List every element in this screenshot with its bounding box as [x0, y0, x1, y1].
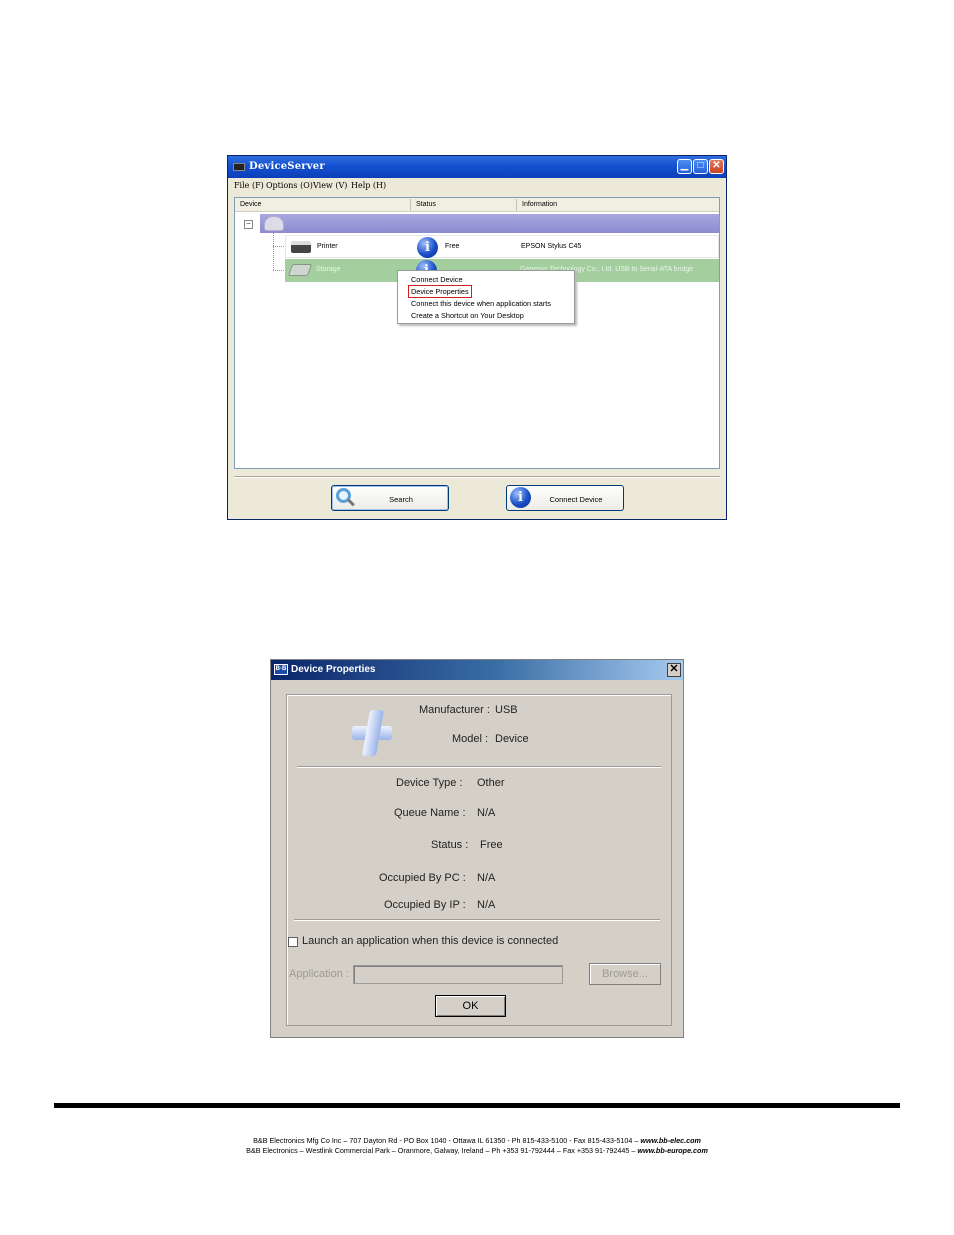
footer-address-europe-text: B&B Electronics – Westlink Commercial Pa…: [246, 1146, 638, 1155]
maximize-button[interactable]: □: [693, 159, 708, 174]
minimize-button[interactable]: ▁: [677, 159, 692, 174]
footer-website-europe[interactable]: www.bb-europe.com: [637, 1146, 707, 1155]
menu-view[interactable]: View (V): [313, 181, 347, 190]
launch-application-label: Launch an application when this device i…: [302, 935, 559, 947]
device-name: Printer: [317, 243, 338, 250]
ok-button[interactable]: OK: [435, 995, 506, 1017]
search-button-label: Search: [389, 495, 413, 504]
model-value: Device: [495, 733, 529, 745]
status-value: Free: [480, 839, 503, 851]
context-menu-device-properties[interactable]: Device Properties: [408, 285, 472, 298]
footer-address-us: B&B Electronics Mfg Co Inc – 707 Dayton …: [54, 1136, 900, 1145]
occupied-by-ip-value: N/A: [477, 899, 496, 911]
menu-file[interactable]: File (F): [234, 181, 264, 190]
footer-address-europe: B&B Electronics – Westlink Commercial Pa…: [54, 1146, 900, 1155]
context-menu-connect-device[interactable]: Connect Device: [411, 275, 463, 284]
close-icon[interactable]: ✕: [667, 663, 681, 677]
separator: [294, 919, 660, 921]
context-menu-create-shortcut[interactable]: Create a Shortcut on Your Desktop: [411, 311, 524, 320]
queue-name-label: Queue Name :: [394, 807, 466, 819]
device-server-window: DeviceServer ▁ □ ✕ File (F) Options (O) …: [227, 155, 727, 520]
device-type-value: Other: [477, 777, 505, 789]
network-server-icon: [264, 216, 284, 231]
dialog-titlebar[interactable]: B·B Device Properties ✕: [271, 660, 683, 680]
bb-logo-icon: B·B: [274, 664, 288, 675]
device-information: EPSON Stylus C45: [521, 243, 582, 250]
occupied-by-pc-label: Occupied By PC :: [379, 872, 466, 884]
column-device[interactable]: Device: [240, 201, 261, 208]
separator: [297, 766, 661, 768]
application-input: [353, 965, 563, 984]
launch-application-checkbox[interactable]: [288, 937, 298, 947]
usb-device-icon: [352, 710, 392, 756]
device-status: Free: [445, 243, 460, 250]
browse-button: Browse...: [589, 963, 661, 985]
manufacturer-label: Manufacturer :: [419, 704, 490, 716]
footer-website-us[interactable]: www.bb-elec.com: [640, 1136, 700, 1145]
tree-line: [273, 270, 285, 271]
menu-options[interactable]: Options (O): [266, 181, 313, 190]
menu-bar: File (F) Options (O) View (V) Help (H): [228, 178, 726, 194]
tree-line: [273, 246, 285, 247]
collapse-icon[interactable]: −: [244, 220, 253, 229]
device-row-printer[interactable]: Printer i Free EPSON Stylus C45: [285, 235, 719, 258]
context-menu: Connect Device Device Properties Connect…: [397, 270, 575, 324]
column-information[interactable]: Information: [522, 201, 557, 208]
column-status[interactable]: Status: [416, 201, 436, 208]
dialog-title: Device Properties: [291, 664, 376, 675]
device-list[interactable]: Device Status Information − Printer i Fr…: [234, 197, 720, 469]
server-group-row[interactable]: [260, 214, 719, 233]
context-menu-connect-on-start[interactable]: Connect this device when application sta…: [411, 299, 551, 308]
device-properties-dialog: B·B Device Properties ✕ Manufacturer : U…: [270, 659, 684, 1038]
storage-drive-icon: [287, 264, 313, 276]
list-header: Device Status Information: [235, 198, 719, 212]
separator: [234, 476, 720, 478]
queue-name-value: N/A: [477, 807, 496, 819]
connect-device-button-label: Connect Device: [549, 495, 603, 504]
device-type-label: Device Type :: [396, 777, 463, 789]
device-server-titlebar[interactable]: DeviceServer ▁ □ ✕: [228, 156, 726, 178]
menu-help[interactable]: Help (H): [351, 181, 386, 190]
info-icon: i: [417, 237, 438, 258]
footer-address-us-text: B&B Electronics Mfg Co Inc – 707 Dayton …: [253, 1136, 641, 1145]
status-label: Status :: [431, 839, 469, 851]
occupied-by-ip-label: Occupied By IP :: [384, 899, 466, 911]
close-button[interactable]: ✕: [709, 159, 724, 174]
occupied-by-pc-value: N/A: [477, 872, 496, 884]
manufacturer-value: USB: [495, 704, 518, 716]
printer-icon: [291, 241, 311, 253]
column-divider[interactable]: [516, 199, 517, 211]
search-button[interactable]: Search: [331, 485, 449, 511]
column-divider[interactable]: [410, 199, 411, 211]
window-title: DeviceServer: [249, 161, 325, 172]
footer-rule: [54, 1103, 900, 1108]
app-icon: [233, 163, 245, 171]
application-label: Application :: [289, 968, 349, 980]
connect-device-button[interactable]: i Connect Device: [506, 485, 624, 511]
model-label: Model :: [452, 733, 489, 745]
tree-line: [273, 233, 274, 271]
device-name: Storage: [316, 266, 341, 273]
